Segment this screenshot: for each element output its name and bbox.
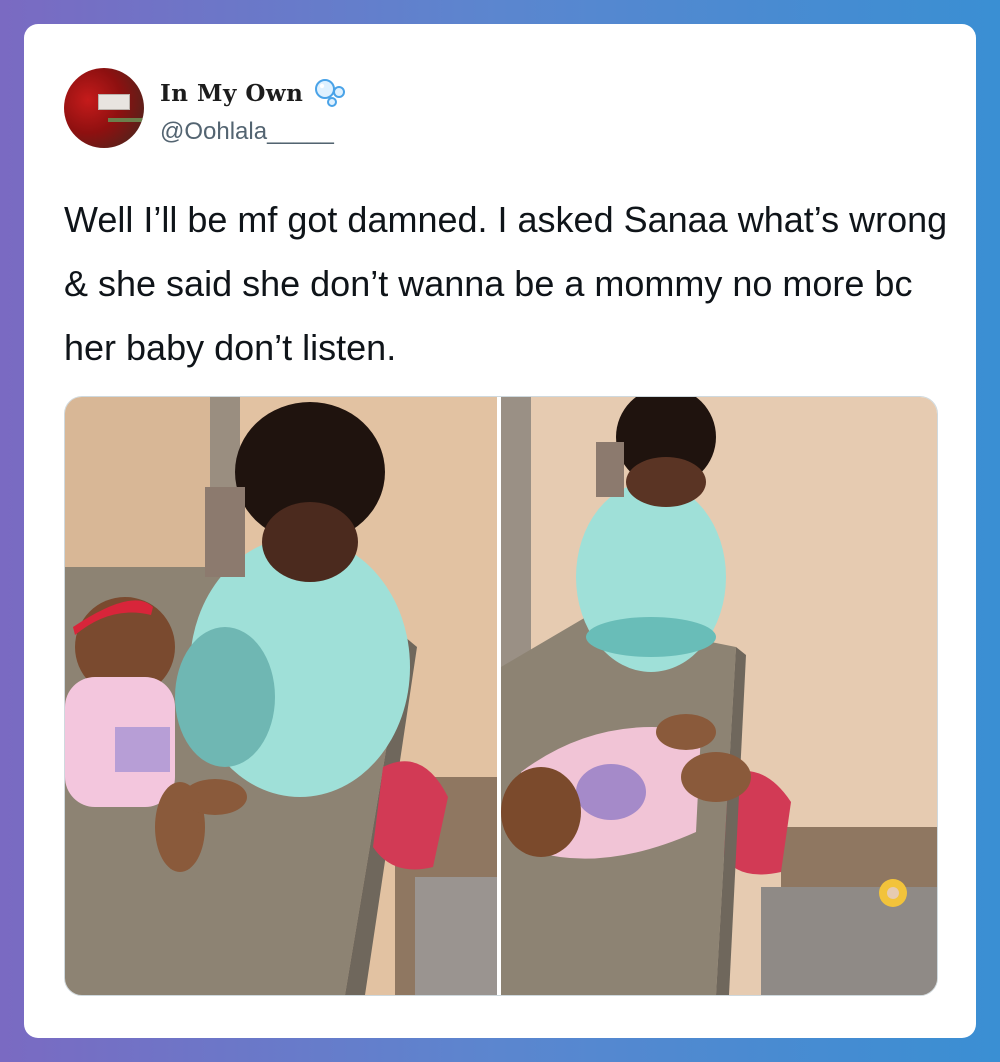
name-row: In My Own bbox=[160, 78, 349, 108]
photo-child-and-doll-left[interactable] bbox=[65, 397, 497, 995]
tweet-card: In My Own @Oohlala_____ Well I’ll be mf … bbox=[24, 24, 976, 1038]
avatar-sign-shape bbox=[98, 94, 130, 110]
avatar[interactable] bbox=[64, 68, 144, 148]
tweet-text: Well I’ll be mf got damned. I asked Sana… bbox=[64, 199, 948, 368]
bubbles-icon bbox=[315, 79, 346, 107]
media-grid bbox=[64, 396, 938, 996]
avatar-rail-shape bbox=[108, 118, 144, 122]
photo-right-illustration bbox=[501, 397, 937, 995]
photo-child-and-doll-right[interactable] bbox=[501, 397, 937, 995]
display-name[interactable]: In My Own bbox=[160, 80, 303, 107]
photo-left-illustration bbox=[65, 397, 497, 995]
user-handle[interactable]: @Oohlala_____ bbox=[160, 118, 334, 146]
